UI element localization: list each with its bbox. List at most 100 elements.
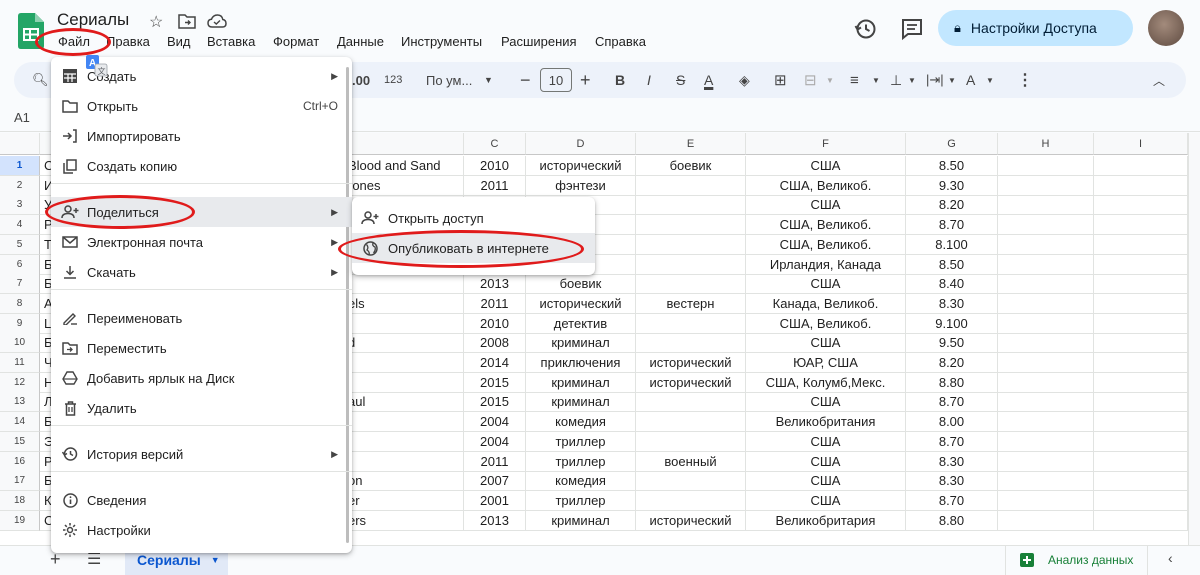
row-header[interactable]: 1 bbox=[0, 156, 40, 176]
table-cell[interactable] bbox=[1094, 175, 1188, 196]
chevron-down-icon[interactable]: ▼ bbox=[908, 62, 916, 98]
table-cell[interactable]: 8.100 bbox=[906, 234, 998, 255]
more-options-icon[interactable]: ⋮ bbox=[1017, 62, 1033, 98]
table-cell[interactable]: США bbox=[746, 392, 906, 413]
table-cell[interactable] bbox=[998, 215, 1094, 236]
table-cell[interactable]: 8.00 bbox=[906, 412, 998, 433]
table-cell[interactable] bbox=[998, 392, 1094, 413]
table-cell[interactable]: ЮАР, США bbox=[746, 353, 906, 373]
menu-item-details[interactable]: Сведения bbox=[51, 485, 352, 515]
row-header[interactable]: 7 bbox=[0, 274, 40, 295]
table-cell[interactable]: исторический bbox=[636, 353, 746, 373]
table-cell[interactable] bbox=[998, 195, 1094, 216]
star-icon[interactable]: ☆ bbox=[149, 12, 163, 32]
row-header[interactable]: 6 bbox=[0, 254, 40, 275]
table-cell[interactable]: Ирландия, Канада bbox=[746, 254, 906, 275]
table-cell[interactable]: триллер bbox=[526, 490, 636, 511]
table-cell[interactable]: 8.40 bbox=[906, 274, 998, 295]
fill-color-icon[interactable]: ◈ bbox=[739, 62, 750, 98]
strikethrough-icon[interactable]: S bbox=[676, 62, 685, 98]
table-cell[interactable]: криминал bbox=[526, 372, 636, 393]
table-cell[interactable] bbox=[1094, 234, 1188, 255]
column-header[interactable]: E bbox=[636, 133, 746, 155]
table-cell[interactable] bbox=[998, 254, 1094, 275]
menu-format[interactable]: Формат bbox=[273, 34, 319, 49]
table-cell[interactable]: 2004 bbox=[464, 431, 526, 452]
decimal-format-button[interactable]: .00 bbox=[352, 62, 370, 98]
align-left-icon[interactable]: ≡ bbox=[850, 62, 859, 98]
grid-corner[interactable] bbox=[0, 133, 40, 155]
chevron-down-icon[interactable]: ▼ bbox=[872, 62, 880, 98]
table-cell[interactable] bbox=[636, 254, 746, 275]
text-color-icon[interactable]: A bbox=[704, 62, 713, 98]
menu-item-settings[interactable]: Настройки bbox=[51, 515, 352, 545]
row-header[interactable]: 18 bbox=[0, 490, 40, 511]
table-cell[interactable] bbox=[1094, 215, 1188, 236]
table-cell[interactable]: 8.70 bbox=[906, 490, 998, 511]
translate-extension-icon[interactable]: A 文 bbox=[86, 55, 108, 77]
table-cell[interactable] bbox=[1094, 293, 1188, 314]
table-cell[interactable] bbox=[998, 293, 1094, 314]
table-cell[interactable]: 2004 bbox=[464, 412, 526, 433]
row-header[interactable]: 14 bbox=[0, 412, 40, 433]
submenu-item-publish-web[interactable]: Опубликовать в интернете bbox=[352, 233, 595, 263]
menu-item-import[interactable]: Импортировать bbox=[51, 121, 352, 151]
text-wrap-icon[interactable]: |⇥| bbox=[926, 62, 944, 98]
menu-insert[interactable]: Вставка bbox=[207, 34, 255, 49]
table-cell[interactable]: приключения bbox=[526, 353, 636, 373]
italic-icon[interactable]: I bbox=[647, 62, 651, 98]
menu-item-make-copy[interactable]: Создать копию bbox=[51, 151, 352, 181]
font-select[interactable]: По ум... bbox=[426, 62, 472, 98]
menu-item-download[interactable]: Скачать ▶ bbox=[51, 257, 352, 287]
table-cell[interactable]: триллер bbox=[526, 451, 636, 472]
search-icon[interactable]: 🔍︎ bbox=[32, 62, 49, 98]
table-cell[interactable]: 2013 bbox=[464, 510, 526, 531]
row-header[interactable]: 11 bbox=[0, 353, 40, 373]
table-cell[interactable] bbox=[998, 451, 1094, 472]
table-cell[interactable] bbox=[636, 431, 746, 452]
table-cell[interactable] bbox=[1094, 156, 1188, 176]
chevron-down-icon[interactable]: ▼ bbox=[948, 62, 956, 98]
menu-item-email[interactable]: Электронная почта ▶ bbox=[51, 227, 352, 257]
text-rotation-icon[interactable]: A bbox=[966, 62, 975, 98]
table-cell[interactable]: 8.30 bbox=[906, 451, 998, 472]
table-cell[interactable] bbox=[1094, 392, 1188, 413]
menu-item-version-history[interactable]: История версий ▶ bbox=[51, 439, 352, 469]
table-cell[interactable]: США, Колумб,Мекс. bbox=[746, 372, 906, 393]
table-cell[interactable]: 8.30 bbox=[906, 293, 998, 314]
table-cell[interactable]: США bbox=[746, 471, 906, 492]
table-cell[interactable]: 8.80 bbox=[906, 510, 998, 531]
menu-item-rename[interactable]: Переименовать bbox=[51, 303, 352, 333]
table-cell[interactable]: 2010 bbox=[464, 156, 526, 176]
menu-item-open[interactable]: Открыть Ctrl+O bbox=[51, 91, 352, 121]
table-cell[interactable] bbox=[998, 471, 1094, 492]
row-header[interactable]: 8 bbox=[0, 293, 40, 314]
table-cell[interactable] bbox=[1094, 510, 1188, 531]
row-header[interactable]: 2 bbox=[0, 175, 40, 196]
table-cell[interactable]: Канада, Великоб. bbox=[746, 293, 906, 314]
menu-item-share[interactable]: Поделиться ▶ bbox=[51, 197, 352, 227]
table-cell[interactable]: 8.80 bbox=[906, 372, 998, 393]
name-box[interactable]: A1 bbox=[14, 110, 30, 125]
table-cell[interactable]: 2011 bbox=[464, 451, 526, 472]
menu-view[interactable]: Вид bbox=[167, 34, 191, 49]
merge-cells-icon[interactable]: ⊟ bbox=[804, 62, 817, 98]
table-cell[interactable] bbox=[636, 471, 746, 492]
font-size-input[interactable]: 10 bbox=[540, 68, 572, 92]
collapse-toolbar-icon[interactable]: ︿ bbox=[1153, 62, 1165, 98]
menu-item-delete[interactable]: Удалить bbox=[51, 393, 352, 423]
borders-icon[interactable]: ⊞ bbox=[774, 62, 787, 98]
table-cell[interactable] bbox=[1094, 313, 1188, 334]
table-cell[interactable]: США bbox=[746, 156, 906, 176]
history-icon[interactable] bbox=[853, 16, 879, 42]
column-header[interactable]: C bbox=[464, 133, 526, 155]
table-cell[interactable]: США, Великоб. bbox=[746, 313, 906, 334]
table-cell[interactable] bbox=[636, 175, 746, 196]
table-cell[interactable] bbox=[1094, 195, 1188, 216]
table-cell[interactable] bbox=[998, 234, 1094, 255]
menu-extensions[interactable]: Расширения bbox=[501, 34, 577, 49]
number-format-button[interactable]: 123 bbox=[384, 62, 402, 98]
table-cell[interactable]: исторический bbox=[636, 510, 746, 531]
table-cell[interactable]: исторический bbox=[526, 293, 636, 314]
table-cell[interactable]: 2007 bbox=[464, 471, 526, 492]
